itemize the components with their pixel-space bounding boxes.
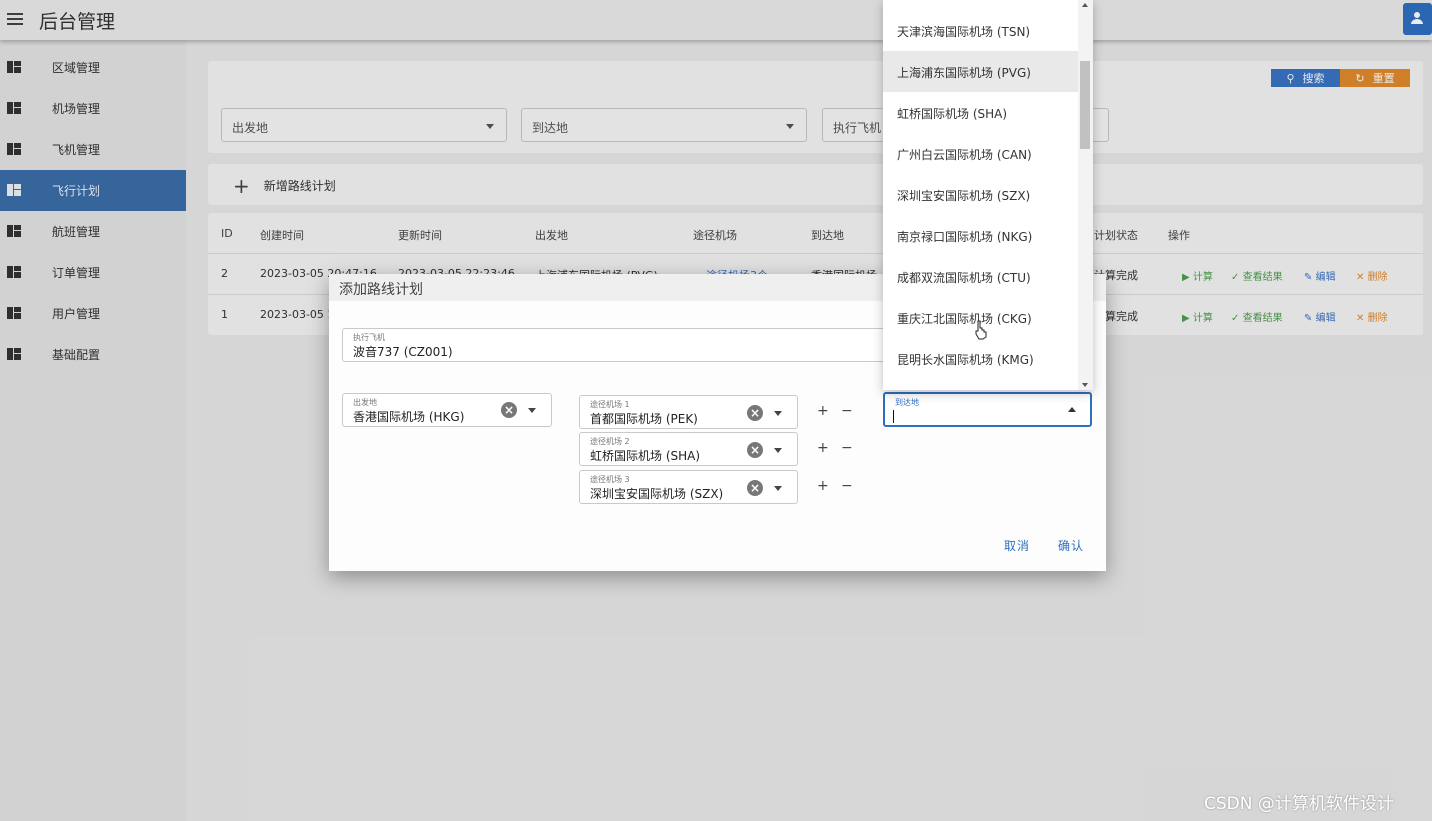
hand-cursor-icon bbox=[975, 320, 987, 340]
arrival-select-label: 到达地 bbox=[895, 398, 919, 407]
via-airport-3-select[interactable]: 途径机场 3 深圳宝安国际机场 (SZX) × bbox=[579, 470, 798, 504]
via-airport-2-value: 虹桥国际机场 (SHA) bbox=[590, 449, 701, 463]
add-via-button[interactable]: + bbox=[817, 403, 829, 419]
via-airport-1-select[interactable]: 途径机场 1 首都国际机场 (PEK) × bbox=[579, 395, 798, 429]
dropdown-option[interactable]: 昆明长水国际机场 (KMG) bbox=[883, 338, 1078, 379]
watermark: CSDN @计算机软件设计 bbox=[1204, 794, 1394, 814]
chevron-down-icon[interactable] bbox=[774, 486, 782, 491]
clear-icon[interactable]: × bbox=[501, 402, 517, 418]
dropdown-scrollbar[interactable] bbox=[1078, 0, 1093, 390]
text-cursor bbox=[893, 410, 894, 423]
chevron-down-icon[interactable] bbox=[774, 448, 782, 453]
dropdown-option[interactable]: 广州白云国际机场 (CAN) bbox=[883, 133, 1078, 174]
clear-icon[interactable]: × bbox=[747, 480, 763, 496]
dropdown-option[interactable]: 南京禄口国际机场 (NKG) bbox=[883, 215, 1078, 256]
dropdown-option[interactable]: 天津滨海国际机场 (TSN) bbox=[883, 10, 1078, 51]
add-via-button[interactable]: + bbox=[817, 478, 829, 494]
dropdown-option[interactable]: 上海浦东国际机场 (PVG) bbox=[883, 51, 1078, 92]
via-airport-1-value: 首都国际机场 (PEK) bbox=[590, 412, 698, 426]
remove-via-button[interactable]: − bbox=[841, 403, 853, 419]
clear-icon[interactable]: × bbox=[747, 442, 763, 458]
departure-select-label: 出发地 bbox=[353, 398, 377, 407]
scrollbar-thumb[interactable] bbox=[1080, 61, 1090, 149]
confirm-button[interactable]: 确认 bbox=[1058, 537, 1084, 554]
add-via-button[interactable]: + bbox=[817, 440, 829, 456]
arrival-dropdown-list[interactable]: 天津滨海国际机场 (TSN) 上海浦东国际机场 (PVG) 虹桥国际机场 (SH… bbox=[883, 0, 1093, 390]
via-airport-2-select[interactable]: 途径机场 2 虹桥国际机场 (SHA) × bbox=[579, 432, 798, 466]
dropdown-option[interactable]: 深圳宝安国际机场 (SZX) bbox=[883, 174, 1078, 215]
via-airport-2-label: 途径机场 2 bbox=[590, 437, 630, 446]
remove-via-button[interactable]: − bbox=[841, 440, 853, 456]
aircraft-select-label: 执行飞机 bbox=[353, 333, 385, 342]
via-airport-3-label: 途径机场 3 bbox=[590, 475, 630, 484]
arrival-select[interactable]: 到达地 bbox=[883, 392, 1092, 427]
scroll-up-icon[interactable] bbox=[1082, 3, 1088, 7]
remove-via-button[interactable]: − bbox=[841, 478, 853, 494]
scroll-down-icon[interactable] bbox=[1082, 383, 1088, 387]
via-airport-1-label: 途径机场 1 bbox=[590, 400, 630, 409]
via-airport-3-value: 深圳宝安国际机场 (SZX) bbox=[590, 487, 724, 501]
aircraft-select-value: 波音737 (CZ001) bbox=[353, 345, 453, 359]
departure-select-value: 香港国际机场 (HKG) bbox=[353, 410, 465, 424]
dropdown-option[interactable]: 成都双流国际机场 (CTU) bbox=[883, 256, 1078, 297]
dropdown-option[interactable]: 虹桥国际机场 (SHA) bbox=[883, 92, 1078, 133]
chevron-up-icon[interactable] bbox=[1068, 407, 1076, 412]
clear-icon[interactable]: × bbox=[747, 405, 763, 421]
aircraft-select[interactable]: 执行飞机 波音737 (CZ001) bbox=[342, 328, 887, 362]
chevron-down-icon[interactable] bbox=[528, 408, 536, 413]
cancel-button[interactable]: 取消 bbox=[1004, 537, 1030, 554]
chevron-down-icon[interactable] bbox=[774, 411, 782, 416]
departure-select[interactable]: 出发地 香港国际机场 (HKG) × bbox=[342, 393, 552, 427]
